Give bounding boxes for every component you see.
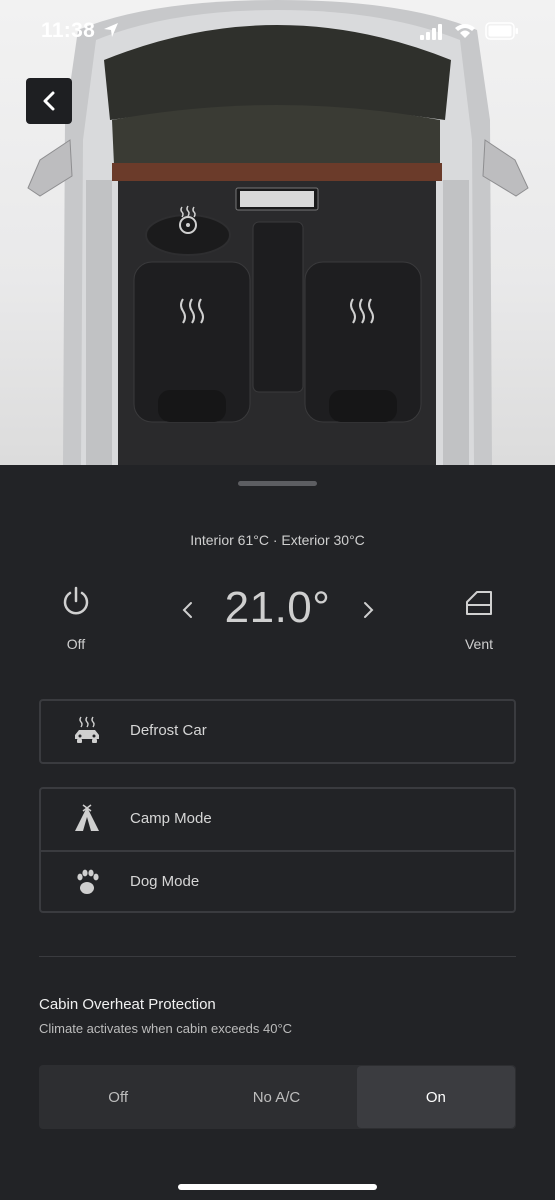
climate-power-button[interactable]: Off (44, 582, 108, 656)
climate-controls-sheet: Interior 61°C · Exterior 30°C Off 21.0° … (0, 465, 555, 1200)
passenger-seat-heat-icon[interactable] (347, 297, 377, 325)
tent-icon (75, 804, 99, 831)
interior-exterior-temperature: Interior 61°C · Exterior 30°C (190, 532, 365, 548)
section-divider (39, 956, 516, 957)
paw-icon (77, 869, 99, 894)
home-indicator[interactable] (178, 1184, 377, 1190)
climate-power-label: Off (66, 636, 86, 652)
status-bar: 11:38 (0, 0, 555, 62)
window-vent-icon (466, 591, 492, 615)
defrost-group: Defrost Car (39, 699, 516, 764)
modes-group: Camp Mode Dog Mode (39, 787, 516, 913)
battery-icon (485, 22, 518, 40)
defrost-car-label: Defrost Car (130, 722, 207, 739)
dog-mode-row[interactable]: Dog Mode (41, 850, 514, 911)
cabin-overheat-title: Cabin Overheat Protection (39, 996, 216, 1013)
cabin-overheat-off-option[interactable]: Off (39, 1065, 197, 1129)
dog-mode-label: Dog Mode (130, 873, 200, 890)
steering-wheel-heat-icon[interactable] (174, 204, 202, 234)
defrost-car-row[interactable]: Defrost Car (41, 701, 514, 762)
status-time: 11:38 (41, 19, 96, 42)
car-top-view-illustration (27, 0, 529, 465)
cabin-overheat-selector: Off No A/C On (39, 1065, 516, 1129)
back-button[interactable] (26, 78, 72, 124)
cabin-overheat-subtitle: Climate activates when cabin exceeds 40°… (39, 1021, 293, 1036)
power-icon (63, 586, 89, 615)
camp-mode-label: Camp Mode (130, 810, 212, 827)
cabin-overheat-on-option[interactable]: On (356, 1066, 515, 1128)
cellular-signal-icon (420, 24, 442, 40)
temperature-decrease-button[interactable] (176, 595, 200, 625)
camp-mode-row[interactable]: Camp Mode (41, 789, 514, 850)
temperature-setpoint: 21.0° (224, 583, 331, 632)
chevron-left-icon (182, 602, 192, 618)
sheet-drag-handle[interactable] (238, 481, 317, 486)
location-arrow-icon (104, 23, 118, 37)
wifi-icon (455, 24, 475, 38)
temperature-increase-button[interactable] (356, 595, 380, 625)
chevron-right-icon (364, 602, 374, 618)
defrost-car-icon (75, 716, 99, 743)
vent-label: Vent (464, 636, 494, 652)
driver-seat-heat-icon[interactable] (177, 297, 207, 325)
vent-windows-button[interactable]: Vent (447, 582, 511, 656)
cabin-overheat-no-ac-option[interactable]: No A/C (197, 1065, 355, 1129)
car-overview: 11:38 (0, 0, 555, 465)
chevron-left-icon (43, 91, 55, 111)
